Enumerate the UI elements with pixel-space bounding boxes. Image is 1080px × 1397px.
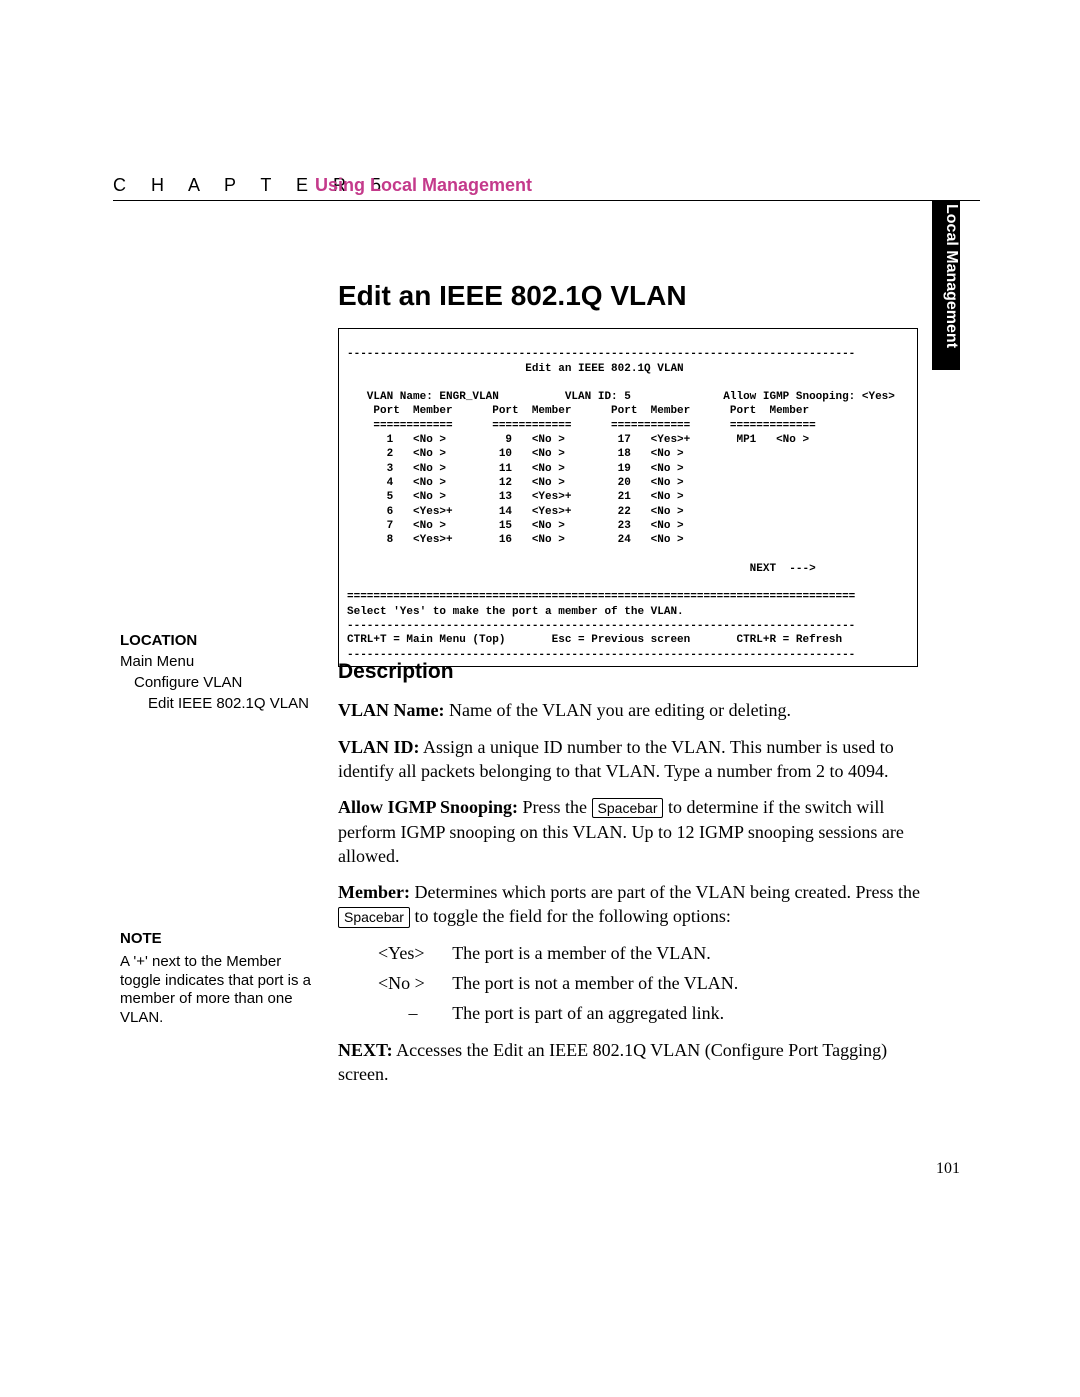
option-dash: – The port is part of an aggregated link… bbox=[378, 1001, 928, 1025]
text-member-post: to toggle the field for the following op… bbox=[410, 906, 731, 926]
terminal-screenshot: ----------------------------------------… bbox=[338, 328, 918, 667]
desc-member: Member: Determines which ports are part … bbox=[338, 880, 928, 929]
option-dash-key: – bbox=[378, 1001, 448, 1025]
side-tab: Local Management bbox=[932, 200, 960, 370]
page-number: 101 bbox=[936, 1160, 960, 1178]
key-spacebar: Spacebar bbox=[592, 798, 664, 818]
term-r3: 3 <No > 11 <No > 19 <No > bbox=[347, 463, 684, 475]
text-vlan-name: Name of the VLAN you are editing or dele… bbox=[444, 700, 791, 720]
text-igmp-pre: Press the bbox=[518, 797, 592, 817]
option-yes: <Yes> The port is a member of the VLAN. bbox=[378, 941, 928, 965]
term-h3: ============ ============ ============ =… bbox=[347, 420, 816, 432]
option-no-key: <No > bbox=[378, 971, 448, 995]
option-yes-val: The port is a member of the VLAN. bbox=[452, 943, 711, 963]
location-heading: LOCATION bbox=[120, 632, 320, 649]
term-r7: 7 <No > 15 <No > 23 <No > bbox=[347, 520, 684, 532]
chapter-title: Using Local Management bbox=[315, 175, 532, 196]
desc-vlan-name: VLAN Name: Name of the VLAN you are edit… bbox=[338, 698, 928, 722]
location-l3: Edit IEEE 802.1Q VLAN bbox=[148, 695, 320, 712]
term-next: NEXT ---> bbox=[347, 563, 816, 575]
term-r6: 6 <Yes>+ 14 <Yes>+ 22 <No > bbox=[347, 506, 684, 518]
term-h1: VLAN Name: ENGR_VLAN VLAN ID: 5 Allow IG… bbox=[347, 391, 895, 403]
page-title: Edit an IEEE 802.1Q VLAN bbox=[338, 280, 687, 312]
term-r5: 5 <No > 13 <Yes>+ 21 <No > bbox=[347, 491, 684, 503]
location-l2: Configure VLAN bbox=[134, 674, 320, 691]
term-r2: 2 <No > 10 <No > 18 <No > bbox=[347, 448, 684, 460]
description-heading: Description bbox=[338, 658, 928, 686]
term-r4: 4 <No > 12 <No > 20 <No > bbox=[347, 477, 684, 489]
label-igmp: Allow IGMP Snooping: bbox=[338, 797, 518, 817]
desc-next: NEXT: Accesses the Edit an IEEE 802.1Q V… bbox=[338, 1038, 928, 1087]
label-vlan-id: VLAN ID: bbox=[338, 737, 420, 757]
desc-igmp: Allow IGMP Snooping: Press the Spacebar … bbox=[338, 795, 928, 868]
term-help: Select 'Yes' to make the port a member o… bbox=[347, 606, 684, 618]
page: C H A P T E R 5 Using Local Management L… bbox=[0, 0, 1080, 1397]
note-text: A '+' next to the Member toggle indicate… bbox=[120, 953, 320, 1028]
note-block: NOTE A '+' next to the Member toggle ind… bbox=[120, 930, 320, 1028]
term-r8: 8 <Yes>+ 16 <No > 24 <No > bbox=[347, 534, 684, 546]
option-yes-key: <Yes> bbox=[378, 941, 448, 965]
term-sep: ========================================… bbox=[347, 591, 855, 603]
option-dash-val: The port is part of an aggregated link. bbox=[452, 1003, 724, 1023]
note-heading: NOTE bbox=[120, 930, 320, 949]
option-no: <No > The port is not a member of the VL… bbox=[378, 971, 928, 995]
label-vlan-name: VLAN Name: bbox=[338, 700, 444, 720]
location-l1: Main Menu bbox=[120, 653, 320, 670]
desc-vlan-id: VLAN ID: Assign a unique ID number to th… bbox=[338, 735, 928, 784]
term-r1: 1 <No > 9 <No > 17 <Yes>+ MP1 <No > bbox=[347, 434, 809, 446]
term-sep: ----------------------------------------… bbox=[347, 348, 855, 360]
option-no-val: The port is not a member of the VLAN. bbox=[452, 973, 738, 993]
term-h2: Port Member Port Member Port Member Port… bbox=[347, 405, 809, 417]
key-spacebar: Spacebar bbox=[338, 907, 410, 927]
term-title: Edit an IEEE 802.1Q VLAN bbox=[347, 363, 684, 375]
term-sep: ----------------------------------------… bbox=[347, 620, 855, 632]
description-block: Description VLAN Name: Name of the VLAN … bbox=[338, 658, 928, 1098]
term-footer: CTRL+T = Main Menu (Top) Esc = Previous … bbox=[347, 634, 842, 646]
text-vlan-id: Assign a unique ID number to the VLAN. T… bbox=[338, 737, 894, 781]
location-block: LOCATION Main Menu Configure VLAN Edit I… bbox=[120, 632, 320, 712]
text-next: Accesses the Edit an IEEE 802.1Q VLAN (C… bbox=[338, 1040, 887, 1084]
header-rule bbox=[113, 200, 980, 201]
text-member-pre: Determines which ports are part of the V… bbox=[410, 882, 920, 902]
label-next: NEXT: bbox=[338, 1040, 393, 1060]
label-member: Member: bbox=[338, 882, 410, 902]
